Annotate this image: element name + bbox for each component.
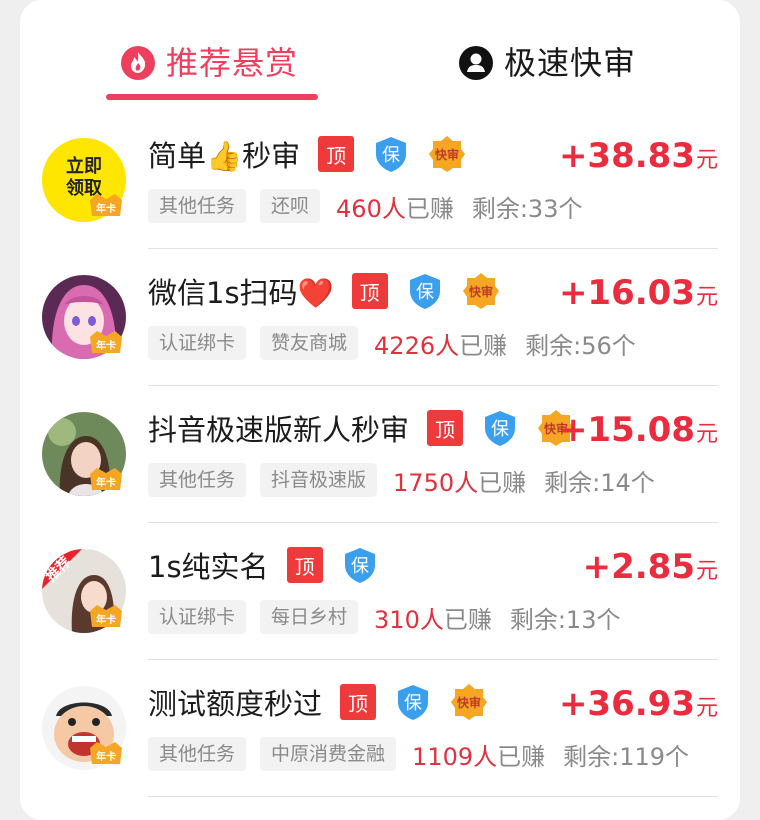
reward-amount: +2.85 元 (583, 547, 718, 591)
annual-card-text: 年卡 (96, 750, 116, 763)
amount-value: +15.08 (558, 410, 695, 450)
guarantee-shield-icon: 保 (409, 274, 440, 309)
annual-card-badge-icon: 年卡 (90, 742, 122, 764)
platform-chip: 还呗 (260, 189, 321, 223)
user-circle-icon (459, 46, 493, 80)
annual-card-text: 年卡 (96, 613, 116, 626)
top-badge: 顶 (340, 684, 377, 720)
fast-review-text: 快审 (435, 147, 459, 162)
platform-chip: 抖音极速版 (260, 463, 378, 497)
task-title: 测试额度秒过 (148, 687, 323, 721)
meta-line: 其他任务 还呗 460人已赚 剩余:33个 (148, 188, 582, 224)
title-line: 简单👍秒审 顶 保 快审 (148, 132, 466, 176)
guarantee-text: 保 (382, 145, 400, 166)
remaining-count: 剩余:56个 (525, 331, 636, 360)
category-chip: 其他任务 (148, 189, 247, 223)
amount-value: +16.03 (558, 273, 695, 313)
flame-icon (121, 46, 155, 80)
annual-card-text: 年卡 (96, 339, 116, 352)
annual-card-badge-icon: 年卡 (90, 605, 122, 627)
guarantee-text: 保 (416, 282, 434, 303)
category-chip: 认证绑卡 (148, 600, 247, 634)
tab-recommended-rewards[interactable]: 推荐悬赏 (120, 38, 298, 88)
platform-chip: 中原消费金融 (260, 737, 397, 771)
amount-unit: 元 (695, 285, 718, 310)
task-row[interactable]: 年卡 测试额度秒过 顶 保 快审 +36.93 元 其他任务 中原消费金融 11… (20, 660, 740, 797)
annual-card-text: 年卡 (96, 202, 116, 215)
promo-text-line1: 立即 (66, 156, 102, 177)
guarantee-text: 保 (351, 556, 369, 577)
reward-amount: +36.93 元 (559, 684, 718, 728)
fast-review-text: 快审 (469, 284, 493, 299)
title-line: 微信1s扫码❤️ 顶 保 快审 (148, 269, 500, 313)
active-tab-indicator (106, 94, 318, 100)
reward-amount: +16.03 元 (559, 273, 718, 317)
divider (148, 796, 718, 797)
task-row[interactable]: 年卡 抖音极速版新人秒审 顶 保 快审 +15.08 元 其他任务 抖音极速版 … (20, 386, 740, 523)
task-row[interactable]: 立即 领取 年卡 简单👍秒审 顶 保 快审 +38.83 元 其他任务 还呗 4… (20, 112, 740, 249)
task-title: 1s纯实名 (148, 550, 269, 584)
reward-amount: +38.83 元 (559, 136, 718, 180)
platform-chip: 每日乡村 (260, 600, 359, 634)
task-list: 立即 领取 年卡 简单👍秒审 顶 保 快审 +38.83 元 其他任务 还呗 4… (20, 112, 740, 797)
guarantee-text: 保 (404, 693, 422, 714)
remaining-count: 剩余:13个 (509, 605, 621, 634)
platform-chip: 赞友商城 (260, 326, 359, 360)
fast-review-badge-icon: 快审 (429, 136, 466, 172)
annual-card-badge-icon: 年卡 (90, 194, 122, 216)
earned-count: 310人已赚 (374, 605, 492, 634)
meta-line: 认证绑卡 每日乡村 310人已赚 剩余:13个 (148, 599, 620, 635)
top-badge: 顶 (351, 273, 388, 309)
task-title: 简单👍秒审 (148, 139, 301, 173)
guarantee-shield-icon: 保 (344, 548, 375, 583)
task-title: 抖音极速版新人秒审 (148, 413, 410, 447)
meta-line: 其他任务 中原消费金融 1109人已赚 剩余:119个 (148, 736, 689, 772)
fast-review-badge-icon: 快审 (462, 273, 499, 309)
reward-amount: +15.08 元 (559, 410, 718, 454)
amount-value: +38.83 (558, 136, 695, 176)
top-badge: 顶 (286, 547, 323, 583)
tab-bar: 推荐悬赏 极速快审 (20, 0, 740, 112)
earned-count: 1750人已赚 (393, 468, 527, 497)
amount-unit: 元 (695, 148, 718, 173)
amount-value: +2.85 (582, 547, 695, 587)
category-chip: 其他任务 (148, 737, 247, 771)
task-row[interactable]: 推荐 年卡 1s纯实名 顶 保 +2.85 元 认证绑卡 每日乡村 310人已赚… (20, 523, 740, 660)
guarantee-text: 保 (491, 419, 509, 440)
amount-value: +36.93 (558, 684, 695, 724)
earned-count: 460人已赚 (336, 194, 454, 223)
task-card: 推荐悬赏 极速快审 立即 领取 年卡 简单👍秒审 顶 保 快审 +38.83 元… (20, 0, 740, 820)
amount-unit: 元 (695, 559, 718, 584)
task-title: 微信1s扫码❤️ (148, 276, 334, 310)
remaining-count: 剩余:14个 (544, 468, 655, 497)
remaining-count: 剩余:119个 (563, 742, 690, 771)
title-line: 1s纯实名 顶 保 (148, 543, 379, 587)
fast-review-badge-icon: 快审 (451, 684, 488, 720)
earned-count: 4226人已赚 (374, 331, 508, 360)
guarantee-shield-icon: 保 (398, 685, 429, 720)
tab-label-fast-review: 极速快审 (504, 44, 637, 82)
task-row[interactable]: 年卡 微信1s扫码❤️ 顶 保 快审 +16.03 元 认证绑卡 赞友商城 42… (20, 249, 740, 386)
earned-count: 1109人已赚 (412, 742, 546, 771)
fast-review-text: 快审 (457, 695, 481, 710)
annual-card-text: 年卡 (96, 476, 116, 489)
guarantee-shield-icon: 保 (485, 411, 516, 446)
tab-label-recommended: 推荐悬赏 (166, 44, 299, 82)
meta-line: 认证绑卡 赞友商城 4226人已赚 剩余:56个 (148, 325, 636, 361)
title-line: 测试额度秒过 顶 保 快审 (148, 680, 488, 724)
amount-unit: 元 (695, 696, 718, 721)
category-chip: 认证绑卡 (148, 326, 247, 360)
top-badge: 顶 (427, 410, 464, 446)
annual-card-badge-icon: 年卡 (90, 468, 122, 490)
title-line: 抖音极速版新人秒审 顶 保 快审 (148, 406, 575, 450)
meta-line: 其他任务 抖音极速版 1750人已赚 剩余:14个 (148, 462, 655, 498)
remaining-count: 剩余:33个 (471, 194, 583, 223)
category-chip: 其他任务 (148, 463, 247, 497)
tab-fast-review[interactable]: 极速快审 (458, 38, 636, 88)
top-badge: 顶 (318, 136, 355, 172)
annual-card-badge-icon: 年卡 (90, 331, 122, 353)
amount-unit: 元 (695, 422, 718, 447)
guarantee-shield-icon: 保 (376, 137, 407, 172)
